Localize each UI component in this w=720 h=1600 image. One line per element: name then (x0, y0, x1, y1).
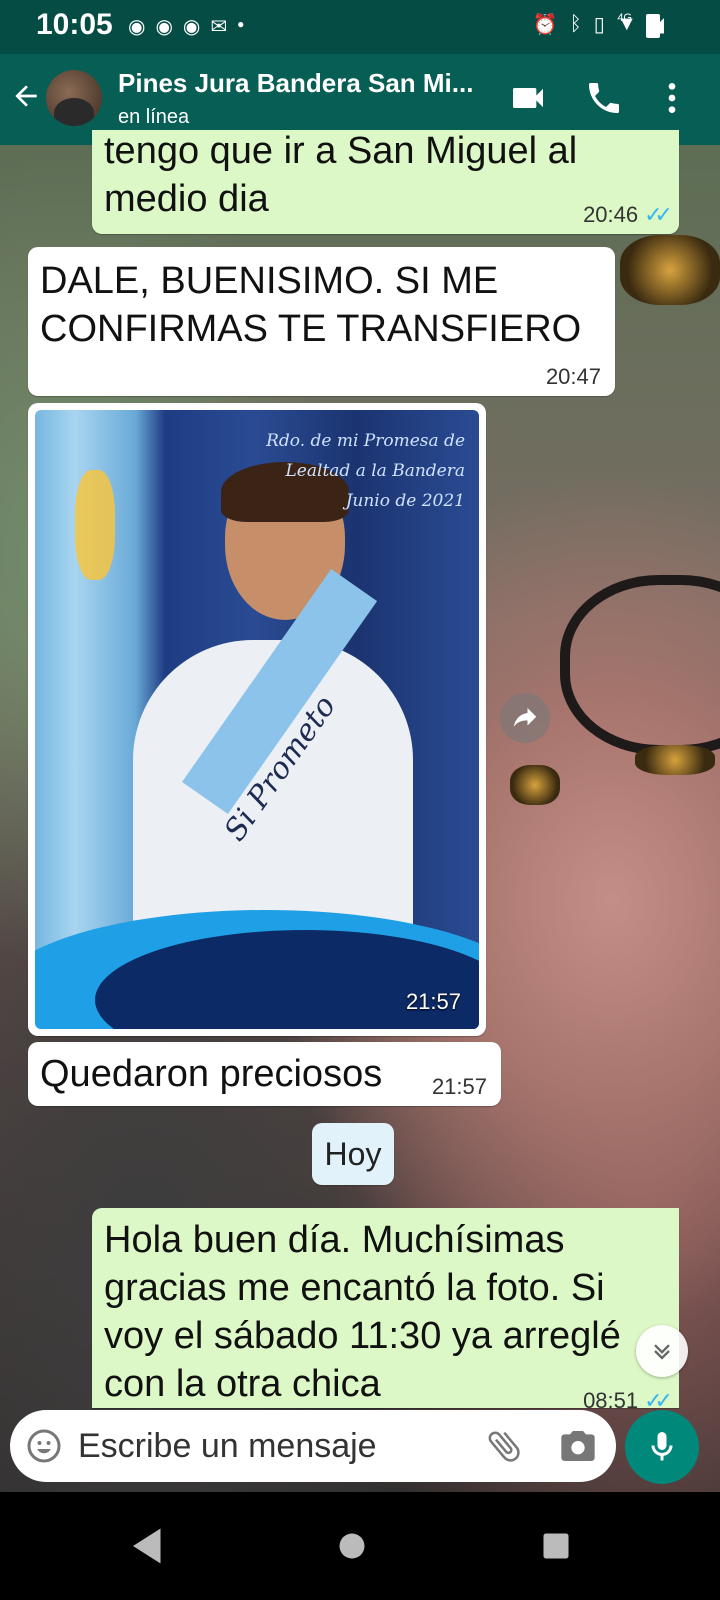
system-nav-bar (0, 1492, 720, 1600)
status-time: 10:05 (36, 8, 113, 41)
wifi-icon: ▼ (616, 13, 637, 35)
message-incoming[interactable]: Quedaron preciosos 21:57 (28, 1042, 501, 1106)
wallpaper-decoration (620, 235, 720, 305)
photo-caption-line: Lealtad a la Bandera (285, 461, 465, 481)
message-input[interactable] (78, 1424, 478, 1468)
wallpaper-decoration (560, 575, 720, 755)
chat-title[interactable]: Pines Jura Bandera San Mi... (118, 68, 473, 99)
message-meta: 08:51 ✓✓ (583, 1388, 673, 1408)
nav-recents-icon[interactable] (526, 1516, 586, 1576)
chat-status: en línea (118, 106, 190, 128)
message-time: 08:51 (583, 1388, 639, 1408)
photo-caption-line: Junio de 2021 (345, 491, 465, 511)
forward-button[interactable] (500, 693, 550, 743)
dot-icon: ● (237, 17, 245, 31)
alarm-icon: ⏰ (532, 14, 558, 36)
message-outgoing[interactable]: tengo que ir a San Miguel al medio dia 2… (92, 130, 679, 234)
message-composer (10, 1410, 616, 1482)
message-time: 21:57 (405, 989, 461, 1014)
message-text: Quedaron preciosos (40, 1053, 383, 1095)
photo[interactable]: Rdo. de mi Promesa de Lealtad a la Bande… (35, 410, 479, 1029)
nav-back-icon[interactable] (118, 1516, 178, 1576)
scroll-to-bottom-button[interactable] (636, 1325, 688, 1377)
photo-caption: Rdo. de mi Promesa de Lealtad a la Bande… (266, 426, 465, 516)
chevron-double-down-icon (654, 1344, 670, 1360)
message-text: Hola buen día. Muchísimas gracias me enc… (104, 1219, 621, 1405)
more-vert-icon[interactable] (652, 78, 692, 118)
email-icon: ✉ (210, 16, 228, 38)
message-time: 20:46 (583, 202, 639, 227)
message-text: tengo que ir a San Miguel al medio dia (104, 130, 578, 220)
avatar[interactable] (46, 70, 102, 126)
bluetooth-icon: ᛒ (569, 13, 582, 35)
whatsapp-icon: ◉ (182, 16, 201, 38)
phone-icon[interactable] (584, 78, 624, 118)
whatsapp-icon: ◉ (128, 16, 146, 38)
attach-icon[interactable] (484, 1426, 524, 1466)
message-meta: 21:57 (432, 1074, 487, 1100)
flag-decoration (75, 470, 115, 580)
notification-icons: ◉ ◉ ◉ ✉ ● (128, 14, 244, 39)
read-ticks-icon: ✓✓ (644, 202, 673, 227)
message-meta: 20:47 (546, 364, 601, 390)
message-meta: 20:46 ✓✓ (583, 202, 673, 228)
image-message[interactable]: Rdo. de mi Promesa de Lealtad a la Bande… (28, 403, 486, 1036)
status-bar: 10:05 ◉ ◉ ◉ ✉ ● 4G ⏰ ᛒ ▯ ▼ ◢ (0, 0, 720, 54)
voice-message-button[interactable] (625, 1410, 699, 1484)
wallpaper-decoration (510, 765, 560, 805)
camera-icon[interactable] (558, 1426, 598, 1466)
message-time: 21:57 (431, 1074, 487, 1099)
read-ticks-icon: ✓✓ (644, 1388, 673, 1408)
mic-icon (651, 1432, 673, 1461)
whatsapp-icon: ◉ (155, 16, 173, 38)
battery-icon (646, 14, 660, 38)
day-separator: Hoy (312, 1123, 394, 1185)
vibrate-icon: ▯ (593, 14, 605, 36)
video-call-icon[interactable] (508, 78, 548, 118)
message-time: 20:47 (545, 364, 601, 389)
photo-caption-line: Rdo. de mi Promesa de (266, 431, 465, 451)
system-icons: ⏰ ᛒ ▯ ▼ ◢ (533, 12, 664, 37)
back-arrow-icon[interactable] (10, 80, 42, 112)
message-outgoing[interactable]: Hola buen día. Muchísimas gracias me enc… (92, 1208, 679, 1408)
emoji-icon[interactable] (26, 1428, 62, 1464)
message-incoming[interactable]: DALE, BUENISIMO. SI ME CONFIRMAS TE TRAN… (28, 247, 615, 396)
wallpaper-decoration (635, 745, 715, 775)
forward-icon (513, 708, 537, 727)
message-text: DALE, BUENISIMO. SI ME CONFIRMAS TE TRAN… (40, 260, 582, 350)
nav-home-icon[interactable] (322, 1516, 382, 1576)
